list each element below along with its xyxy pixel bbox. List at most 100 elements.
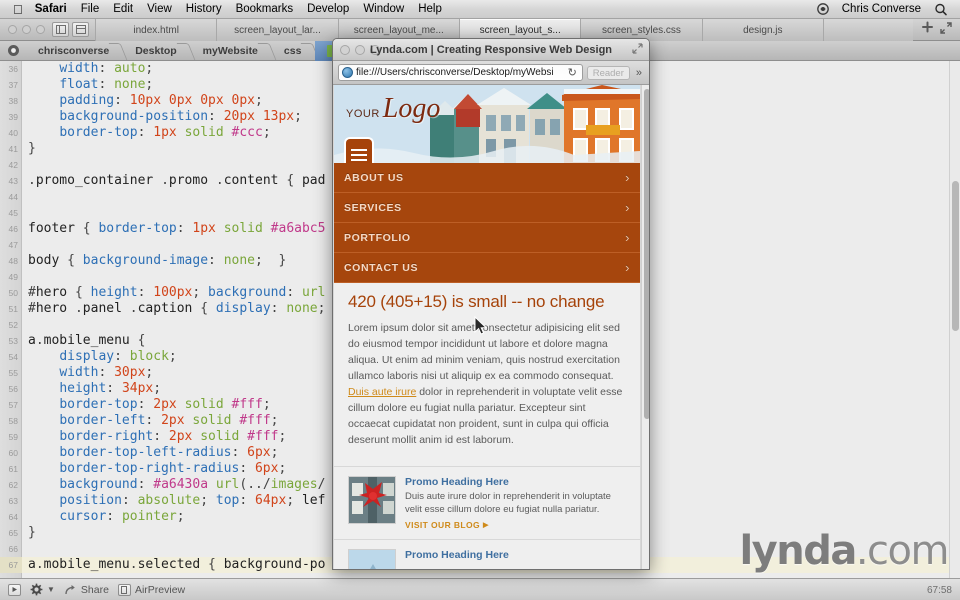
apple-menu-icon[interactable]:  [13,3,23,16]
video-timecode: 67:58 [926,585,952,596]
promo-blog-label: VISIT OUR BLOG [405,520,481,530]
nav-item-contact-us[interactable]: CONTACT US › [334,253,640,283]
chevron-right-icon: › [625,200,630,215]
safari-close-button[interactable] [340,44,350,55]
promo-heading[interactable]: Promo Heading Here [405,549,626,561]
safari-toolbar: file:///Users/chrisconverse/Desktop/myWe… [333,61,649,85]
close-window-button[interactable] [8,25,17,34]
reload-icon[interactable]: ↻ [566,66,579,79]
promo-heading[interactable]: Promo Heading Here [405,476,626,488]
code-text: display: block; [59,349,177,364]
line-number: 47 [8,240,18,250]
add-tab-icon[interactable] [921,21,934,39]
main-navigation: ABOUT US › SERVICES › PORTFOLIO › CONTAC… [334,163,640,283]
site-logo[interactable]: YOUR Logo [346,93,440,125]
menu-develop[interactable]: Develop [307,3,349,15]
safari-zoom-button[interactable] [370,44,380,55]
spotlight-search-icon[interactable] [934,3,948,16]
screen-root:  Safari File Edit View History Bookmark… [0,0,960,600]
editor-scrollbar[interactable] [949,61,960,578]
zoom-window-button[interactable] [36,25,45,34]
safari-traffic-lights [333,44,380,55]
line-number: 64 [8,512,18,522]
nav-item-about-us[interactable]: ABOUT US › [334,163,640,193]
code-text: float: none; [59,77,154,92]
minimize-window-button[interactable] [22,25,31,34]
tab-screen-layout-large[interactable]: screen_layout_lar... [216,19,338,41]
page-main-content: 420 (405+15) is small -- no change Lorem… [334,283,640,456]
mobile-menu-icon[interactable] [344,137,374,163]
line-number: 54 [8,352,18,362]
mouse-cursor [474,316,488,335]
address-bar[interactable]: file:///Users/chrisconverse/Desktop/myWe… [338,64,583,81]
share-button[interactable]: Share [64,584,109,596]
logo-main-text: Logo [382,93,441,124]
promo-text-block: Promo Heading Here [405,549,626,569]
page-scrollbar[interactable] [641,85,649,569]
gear-menu[interactable]: ▼ [30,583,55,596]
safari-fullscreen-icon[interactable] [632,42,649,57]
promo-description: Duis aute irure dolor in reprehenderit i… [405,491,611,515]
play-icon[interactable] [8,583,21,596]
page-paragraph: Lorem ipsum dolor sit amet consectetur a… [348,320,626,448]
tabbar-tools [913,19,960,40]
preview-eye-icon[interactable] [0,44,26,57]
reader-button[interactable]: Reader [586,65,630,80]
macos-menubar:  Safari File Edit View History Bookmark… [0,0,960,19]
promo-thumbnail [348,476,396,524]
promo-item[interactable]: Promo Heading Here Duis aute irure dolor… [334,467,640,540]
triangle-right-icon: ▶ [483,522,489,529]
nav-item-services[interactable]: SERVICES › [334,193,640,223]
page-globe-icon [342,67,353,78]
chevron-double-right-icon[interactable]: » [634,67,644,79]
menu-window[interactable]: Window [363,3,404,15]
line-number: 45 [8,208,18,218]
safari-browser-window: Lynda.com | Creating Responsive Web Desi… [332,38,650,570]
code-text: padding: 10px 0px 0px 0px; [59,93,263,108]
promo-item[interactable]: Promo Heading Here [334,540,640,569]
nav-label-portfolio: PORTFOLIO [344,231,411,244]
breadcrumb-item-chrisconverse[interactable]: chrisconverse [26,41,123,61]
line-number: 60 [8,448,18,458]
line-number: 52 [8,320,18,330]
sidebar-toggle-icon[interactable] [52,22,69,37]
line-number: 59 [8,432,18,442]
fullscreen-icon[interactable] [940,21,952,39]
safari-minimize-button[interactable] [355,44,365,55]
breadcrumb-item-mywebsite[interactable]: myWebsite [191,41,272,61]
line-number: 42 [8,160,18,170]
split-view-icon[interactable] [72,22,89,37]
safari-titlebar[interactable]: Lynda.com | Creating Responsive Web Desi… [333,39,649,61]
menu-edit[interactable]: Edit [113,3,133,15]
menu-history[interactable]: History [186,3,222,15]
breadcrumb-item-desktop[interactable]: Desktop [123,41,190,61]
line-number: 50 [8,288,18,298]
menu-view[interactable]: View [147,3,172,15]
code-text: a.mobile_menu.selected { background-po [28,557,326,572]
code-text: border-top: 2px solid #fff; [59,397,271,412]
promo-blog-link[interactable]: VISIT OUR BLOG ▶ [405,520,626,530]
menu-safari[interactable]: Safari [35,3,67,15]
tab-index-html[interactable]: index.html [95,19,217,41]
menu-file[interactable]: File [81,3,100,15]
nav-item-portfolio[interactable]: PORTFOLIO › [334,223,640,253]
line-number: 57 [8,400,18,410]
menu-bookmarks[interactable]: Bookmarks [236,3,294,15]
line-number: 67 [0,557,22,573]
dropbox-icon[interactable] [816,3,830,15]
menu-help[interactable]: Help [418,3,442,15]
airpreview-button[interactable]: AirPreview [117,583,185,596]
airpreview-icon [117,583,131,596]
code-text: cursor: pointer; [59,509,185,524]
code-text: border-right: 2px solid #fff; [59,429,287,444]
breadcrumb-item-css[interactable]: css [272,41,316,61]
share-label: Share [80,583,109,596]
editor-scrollbar-thumb[interactable] [952,181,959,331]
code-text: footer { border-top: 1px solid #a6abc5 [28,221,326,236]
menubar-username[interactable]: Chris Converse [842,3,921,15]
page-scrollbar-thumb[interactable] [644,89,649,419]
paragraph-inline-link[interactable]: Duis aute irure [348,386,416,398]
tab-design-js[interactable]: design.js [701,19,823,41]
